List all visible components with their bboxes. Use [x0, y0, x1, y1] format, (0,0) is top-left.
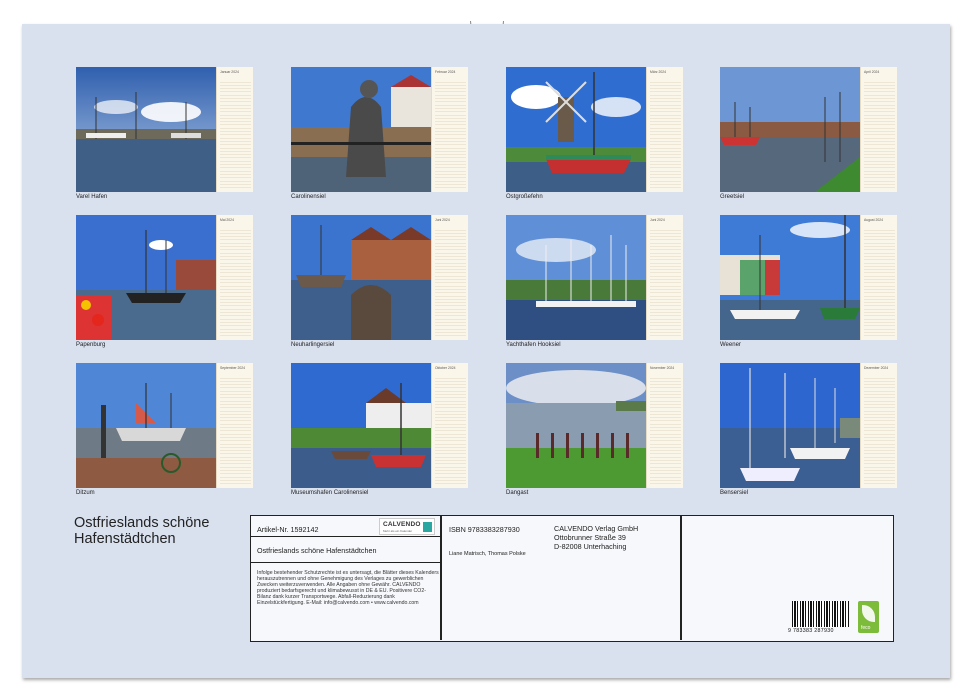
- month-grid: Mai 2024: [216, 215, 253, 340]
- calvendo-logo: CALVENDO Mehr als ein Kalender: [379, 518, 435, 535]
- month-grid: März 2024: [646, 67, 683, 192]
- feco-label: feco: [861, 625, 871, 631]
- publisher-name: CALVENDO Verlag GmbH: [554, 524, 639, 533]
- month-thumbnail-3: März 2024 Ostgroßefehn: [506, 67, 683, 204]
- month-grid: Oktober 2024: [431, 363, 468, 488]
- month-name: Mai 2024: [220, 218, 234, 222]
- harbor-photo: [720, 215, 860, 340]
- harbor-photo: [76, 215, 216, 340]
- photo-caption: Greetsiel: [720, 194, 745, 200]
- divider: [680, 516, 682, 640]
- isbn: ISBN 9783383287930: [449, 525, 520, 534]
- isbn-barcode: 9 783383 287930: [788, 601, 849, 637]
- month-grid: Februar 2024: [431, 67, 468, 192]
- harbor-photo: [76, 363, 216, 488]
- photo-caption: Weener: [720, 342, 741, 348]
- month-name: September 2024: [220, 366, 246, 370]
- month-grid: Juni 2024: [431, 215, 468, 340]
- divider: [440, 516, 442, 640]
- photo-caption: Yachthafen Hooksiel: [506, 342, 561, 348]
- harbor-photo: [506, 363, 646, 488]
- harbor-photo: [720, 363, 860, 488]
- month-name: Dezember 2024: [864, 366, 889, 370]
- authors: Liane Matrisch, Thomas Polske: [449, 551, 526, 557]
- month-name: April 2024: [864, 70, 880, 74]
- publisher-city: D-82008 Unterhaching: [554, 542, 627, 551]
- harbor-photo: [291, 215, 431, 340]
- divider: [251, 562, 440, 564]
- month-thumbnail-11: November 2024 Dangast: [506, 363, 683, 500]
- calendar-title: Ostfrieslands schöne Hafenstädtchen: [74, 515, 210, 547]
- month-thumbnail-6: Juni 2024 Neuharlingersiel: [291, 215, 468, 352]
- month-grid: September 2024: [216, 363, 253, 488]
- month-thumbnail-4: April 2024 Greetsiel: [720, 67, 897, 204]
- month-grid: Januar 2024: [216, 67, 253, 192]
- harbor-photo: [291, 67, 431, 192]
- month-thumbnail-12: Dezember 2024 Bensersiel: [720, 363, 897, 500]
- month-name: Januar 2024: [220, 70, 239, 74]
- photo-caption: Varel Hafen: [76, 194, 108, 200]
- logo-subtext: Mehr als ein Kalender: [383, 529, 413, 533]
- photo-caption: Papenburg: [76, 342, 106, 348]
- month-grid: Juni 2024: [646, 215, 683, 340]
- month-name: August 2024: [864, 218, 884, 222]
- photo-caption: Carolinensiel: [291, 194, 326, 200]
- harbor-photo: [291, 363, 431, 488]
- month-grid: Dezember 2024: [860, 363, 897, 488]
- article-number: Artikel-Nr. 1592142: [257, 525, 319, 534]
- photo-caption: Museumshafen Carolinensiel: [291, 490, 369, 496]
- month-grid: April 2024: [860, 67, 897, 192]
- month-thumbnail-9: September 2024 Ditzum: [76, 363, 253, 500]
- harbor-photo: [506, 215, 646, 340]
- month-thumbnail-1: Januar 2024 Varel Hafen: [76, 67, 253, 204]
- month-thumbnail-10: Oktober 2024 Museumshafen Carolinensiel: [291, 363, 468, 500]
- harbor-photo: [76, 67, 216, 192]
- month-grid: August 2024: [860, 215, 897, 340]
- publication-info-panel: Artikel-Nr. 1592142 CALVENDO Mehr als ei…: [250, 515, 894, 642]
- feco-eco-label-icon: feco: [858, 601, 879, 633]
- photo-caption: Dangast: [506, 490, 529, 496]
- photo-caption: Neuharlingersiel: [291, 342, 335, 348]
- month-grid: November 2024: [646, 363, 683, 488]
- month-name: Oktober 2024: [435, 366, 456, 370]
- logo-text: CALVENDO: [383, 521, 421, 528]
- barcode-number: 9 783383 287930: [788, 628, 834, 634]
- month-thumbnail-5: Mai 2024 Papenburg: [76, 215, 253, 352]
- month-name: November 2024: [650, 366, 675, 370]
- month-name: Juni 2024: [435, 218, 450, 222]
- month-thumbnail-2: Februar 2024 Carolinensiel: [291, 67, 468, 204]
- month-name: Juni 2024: [650, 218, 665, 222]
- publisher-street: Ottobrunner Straße 39: [554, 533, 626, 542]
- photo-caption: Bensersiel: [720, 490, 749, 496]
- month-name: März 2024: [650, 70, 667, 74]
- calendar-subtitle: Ostfrieslands schöne Hafenstädtchen: [257, 546, 377, 555]
- month-name: Februar 2024: [435, 70, 456, 74]
- divider: [251, 536, 440, 538]
- photo-caption: Ditzum: [76, 490, 95, 496]
- harbor-photo: [720, 67, 860, 192]
- month-thumbnail-8: August 2024 Weener: [720, 215, 897, 352]
- month-thumbnail-7: Juni 2024 Yachthafen Hooksiel: [506, 215, 683, 352]
- logo-mark-icon: [423, 522, 432, 532]
- harbor-photo: [506, 67, 646, 192]
- legal-notice: Infolge bestehender Schutzrechte ist es …: [257, 570, 439, 606]
- photo-caption: Ostgroßefehn: [506, 194, 543, 200]
